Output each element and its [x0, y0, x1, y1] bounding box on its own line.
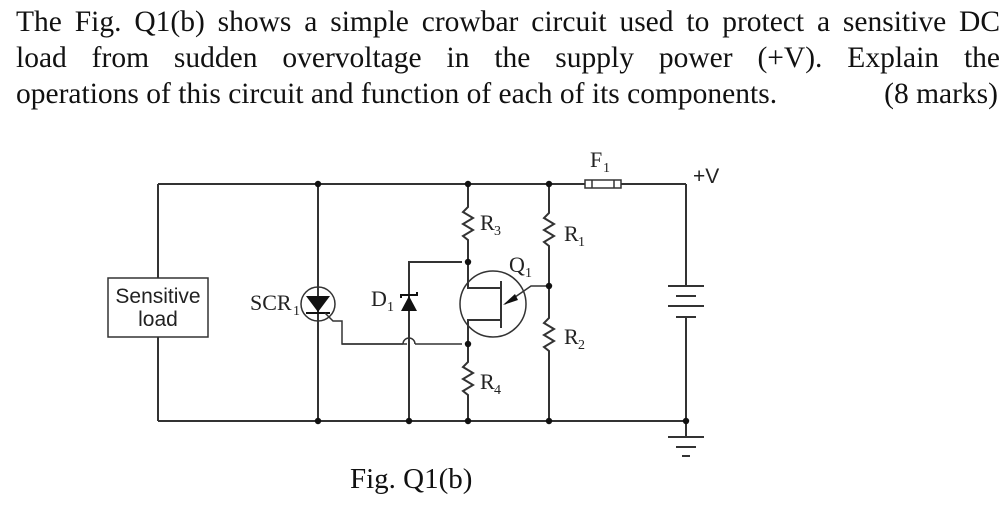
ground-icon — [668, 436, 704, 457]
zener-label: D — [371, 286, 387, 311]
figure-caption: Fig. Q1(b) — [350, 463, 473, 495]
fuse-label-sub: 1 — [603, 161, 610, 176]
fuse-symbol — [584, 179, 622, 189]
r1-label-sub: 1 — [578, 235, 585, 250]
crowbar-circuit-diagram: Sensitive load SCR 1 D 1 R 3 Q 1 R 4 R 1… — [107, 147, 719, 457]
zener-diode-symbol — [342, 261, 462, 421]
r2-label-sub: 2 — [578, 338, 585, 353]
r4-label: R — [480, 369, 495, 394]
transistor-q1 — [459, 262, 549, 344]
scr-label-sub: 1 — [293, 304, 300, 319]
load-label-line2: load — [138, 308, 178, 331]
resistor-r1 — [542, 184, 556, 286]
supply-label: +V — [693, 165, 719, 188]
resistor-r2 — [542, 286, 556, 421]
r3-label: R — [480, 210, 495, 235]
zener-label-sub: 1 — [387, 300, 394, 315]
r2-label: R — [564, 324, 579, 349]
q1-label-sub: 1 — [525, 266, 532, 281]
resistor-r4 — [461, 344, 475, 421]
fuse-label: F — [590, 147, 602, 172]
resistor-r3 — [461, 184, 475, 262]
battery-symbol — [668, 184, 704, 437]
q1-label: Q — [509, 252, 525, 277]
r3-label-sub: 3 — [494, 224, 501, 239]
r1-label: R — [564, 221, 579, 246]
sensitive-load: Sensitive load — [107, 184, 209, 421]
load-label-line1: Sensitive — [115, 285, 200, 308]
scr-label: SCR — [250, 290, 292, 315]
r4-label-sub: 4 — [494, 383, 501, 398]
